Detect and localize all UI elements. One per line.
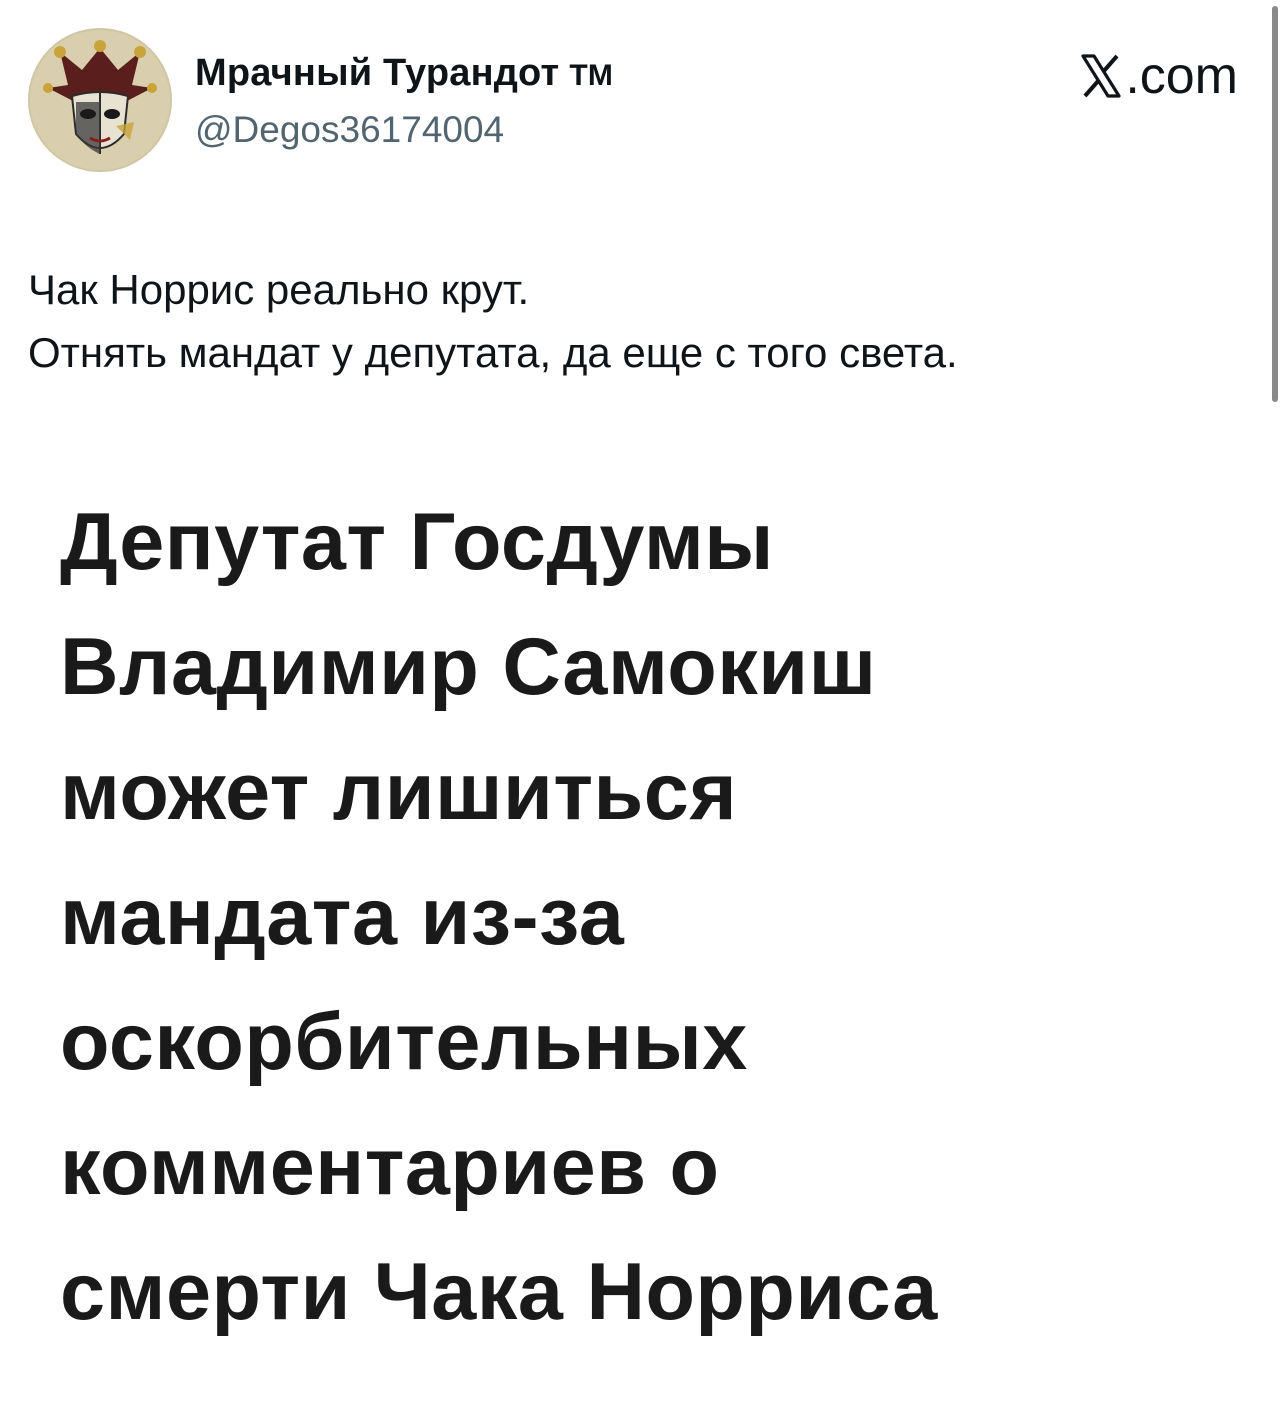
- media-headline: Депутат Госдумы Владимир Самокиш может л…: [60, 480, 938, 1355]
- tweet-text-line: Чак Норрис реально крут.: [28, 266, 530, 313]
- author-display-name[interactable]: Мрачный Турандот TM: [195, 50, 613, 99]
- headline-line: Депутат Госдумы: [60, 497, 774, 587]
- author-handle[interactable]: @Degos36174004: [195, 107, 613, 153]
- tweet-media-image[interactable]: Депутат Госдумы Владимир Самокиш может л…: [40, 470, 1240, 1390]
- headline-line: может лишиться: [60, 747, 738, 837]
- author-avatar[interactable]: [28, 28, 172, 172]
- headline-line: смерти Чака Норриса: [60, 1247, 938, 1337]
- tweet-text: Чак Норрис реально крут. Отнять мандат у…: [28, 258, 1248, 384]
- brand-domain-label: .com: [1125, 47, 1238, 105]
- headline-line: мандата из-за: [60, 872, 625, 962]
- scrollbar[interactable]: [1272, 6, 1278, 402]
- x-com-brand: .com: [1079, 46, 1238, 106]
- headline-line: Владимир Самокиш: [60, 622, 877, 712]
- trademark-label: TM: [569, 59, 614, 92]
- author-names: Мрачный Турандот TM @Degos36174004: [195, 50, 613, 153]
- tweet-header: Мрачный Турандот TM @Degos36174004 .com: [28, 28, 1238, 178]
- headline-line: оскорбительных: [60, 997, 748, 1087]
- jester-mask-icon: [30, 30, 170, 170]
- tweet-text-line: Отнять мандат у депутата, да еще с того …: [28, 329, 958, 376]
- headline-line: комментариев о: [60, 1122, 720, 1212]
- x-logo-icon: [1081, 54, 1121, 98]
